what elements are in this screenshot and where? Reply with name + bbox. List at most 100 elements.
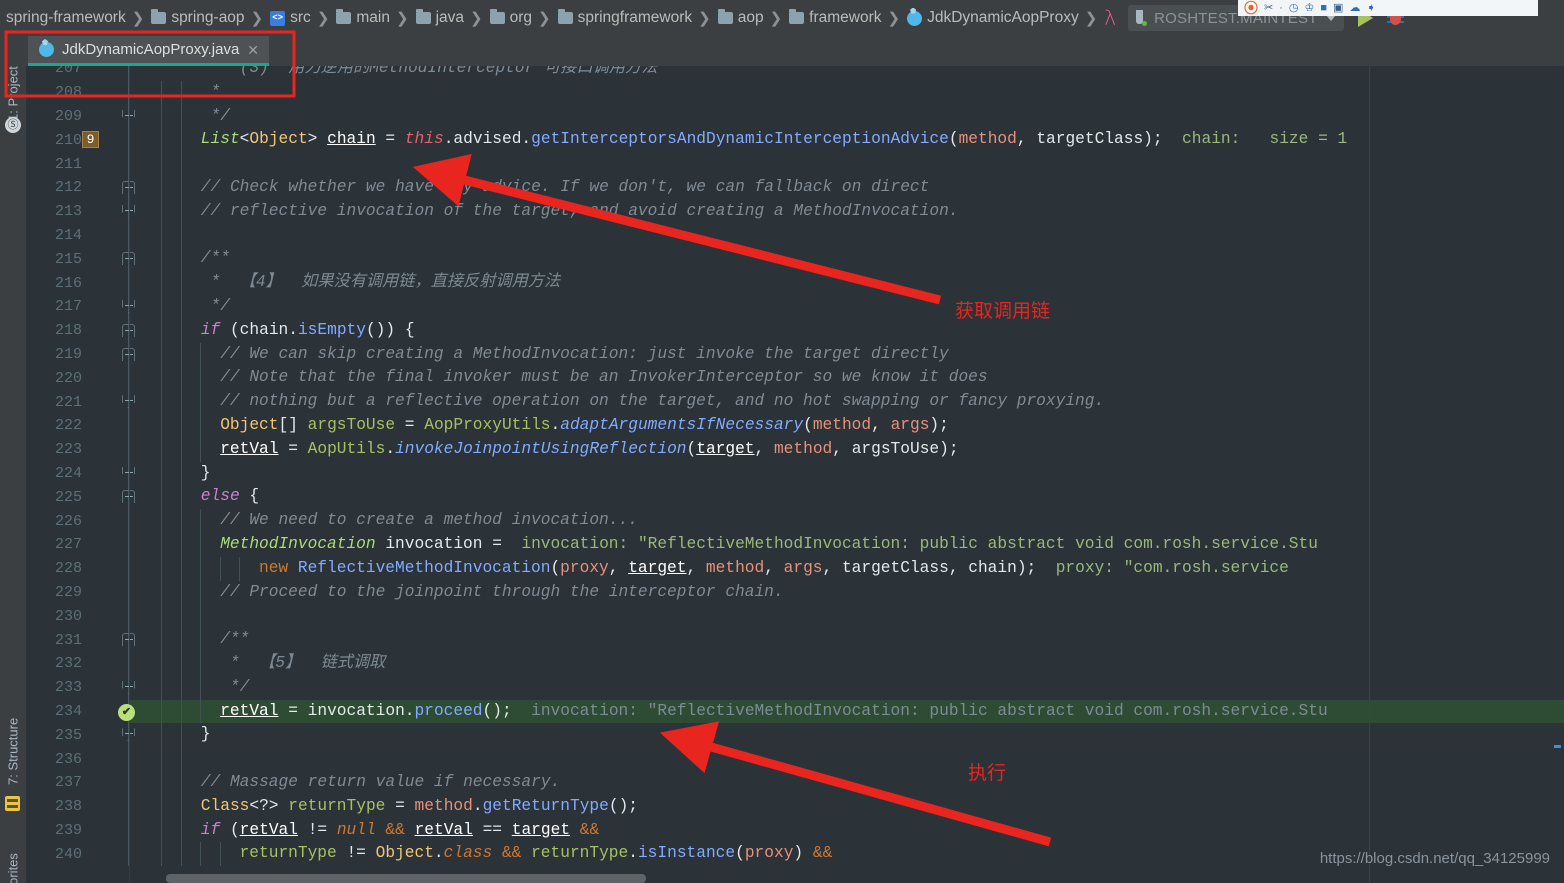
gutter-line[interactable]: 208 bbox=[26, 80, 130, 105]
gutter-line[interactable]: 226 bbox=[26, 509, 130, 533]
gutter-line[interactable]: 214 bbox=[26, 223, 130, 248]
breadcrumb-item-java[interactable]: java bbox=[414, 5, 466, 31]
structure-icon[interactable] bbox=[5, 796, 20, 811]
code-line[interactable] bbox=[130, 152, 1564, 176]
sidebar-item-structure[interactable]: 7: Structure bbox=[0, 676, 26, 788]
sidebar-item-favorites[interactable]: 2: Favorites bbox=[0, 826, 26, 883]
breadcrumb-item-jdkdynamicaopproxy[interactable]: JdkDynamicAopProxy bbox=[905, 5, 1081, 31]
breakpoint-verified-icon[interactable]: ✔ bbox=[118, 703, 135, 721]
editor-tab-jdkdynamicaopproxy[interactable]: JdkDynamicAopProxy.java ✕ bbox=[28, 36, 270, 66]
gutter-line[interactable]: 219 bbox=[26, 342, 135, 367]
card-icon[interactable]: ▣ bbox=[1333, 2, 1343, 14]
breadcrumb-item-aop[interactable]: aop bbox=[716, 5, 766, 31]
gutter-line[interactable]: 215 bbox=[26, 247, 135, 272]
code-line[interactable]: // We need to create a method invocation… bbox=[130, 509, 1564, 533]
code-line[interactable]: * 【4】 如果没有调用链，直接反射调用方法 bbox=[130, 271, 1564, 295]
code-line[interactable]: else { bbox=[130, 485, 1564, 510]
code-line[interactable]: // reflective invocation of the target, … bbox=[130, 199, 1564, 224]
code-line[interactable]: (3) 用力逆用的MethodInterceptor 可接口调用方法 bbox=[130, 66, 1564, 81]
code-line[interactable]: if (retVal != null && retVal == target &… bbox=[130, 818, 1564, 843]
gutter-line[interactable]: 232 bbox=[26, 652, 130, 676]
code-line[interactable]: MethodInvocation invocation = invocation… bbox=[130, 533, 1564, 557]
gutter-line[interactable]: 211 bbox=[26, 152, 130, 176]
person-icon[interactable]: ♔ bbox=[1305, 2, 1315, 14]
gutter-line[interactable]: 230 bbox=[26, 604, 130, 629]
gutter-line[interactable]: 224 bbox=[26, 461, 135, 486]
gutter-line[interactable]: 207 bbox=[26, 66, 130, 81]
gutter-line[interactable]: 209 bbox=[26, 104, 135, 129]
code-line[interactable]: * 【5】 链式调取 bbox=[130, 652, 1564, 676]
cut-icon[interactable]: ✂ bbox=[1264, 2, 1273, 14]
usage-count-badge[interactable]: 9 bbox=[82, 131, 99, 149]
gutter-line[interactable]: 220 bbox=[26, 366, 130, 391]
gutter-line[interactable]: 235 bbox=[26, 723, 135, 748]
code-line[interactable]: // Massage return value if necessary. bbox=[130, 771, 1564, 795]
gutter-line[interactable]: 221 bbox=[26, 390, 135, 414]
code-line[interactable]: /** bbox=[130, 628, 1564, 652]
code-line[interactable]: */ bbox=[130, 675, 1564, 700]
code-line[interactable]: new ReflectiveMethodInvocation(proxy, ta… bbox=[130, 556, 1564, 581]
code-line[interactable]: // Check whether we have any advice. If … bbox=[130, 176, 1564, 200]
code-line[interactable]: // We can skip creating a MethodInvocati… bbox=[130, 342, 1564, 367]
gutter-line[interactable]: 217 bbox=[26, 295, 135, 319]
breadcrumb-item-springframework[interactable]: springframework bbox=[556, 5, 695, 31]
code-line[interactable]: // Note that the final invoker must be a… bbox=[130, 366, 1564, 391]
gutter-line[interactable]: 229 bbox=[26, 580, 130, 605]
breadcrumb-item-lambda-icon[interactable]: λ bbox=[1102, 5, 1118, 31]
inbox-icon[interactable]: ■ bbox=[1320, 2, 1327, 14]
clock-icon[interactable]: ◷ bbox=[1289, 2, 1299, 14]
code-line-current-execution[interactable]: retVal = invocation.proceed(); invocatio… bbox=[130, 699, 1564, 724]
gutter-line[interactable]: 222 bbox=[26, 414, 130, 438]
code-line[interactable]: */ bbox=[130, 295, 1564, 319]
gutter-line[interactable]: 216 bbox=[26, 271, 130, 295]
more-icon[interactable]: · bbox=[1279, 2, 1283, 14]
gutter-line[interactable]: 212 bbox=[26, 176, 135, 200]
breadcrumb-item-framework[interactable]: framework bbox=[787, 5, 883, 31]
gutter-line[interactable]: 227 bbox=[26, 533, 130, 557]
code-line[interactable]: // Proceed to the joinpoint through the … bbox=[130, 580, 1564, 605]
breadcrumb-item-org[interactable]: org bbox=[488, 5, 534, 31]
code-line[interactable] bbox=[130, 604, 1564, 629]
gutter-line[interactable]: 223 bbox=[26, 437, 130, 462]
code-line[interactable]: Class<?> returnType = method.getReturnTy… bbox=[130, 794, 1564, 819]
code-line[interactable]: } bbox=[130, 461, 1564, 486]
horizontal-scrollbar[interactable] bbox=[166, 874, 646, 883]
code-line[interactable]: /** bbox=[130, 247, 1564, 272]
gutter-line[interactable]: 240 bbox=[26, 842, 130, 867]
breadcrumb-item-spring-aop[interactable]: spring-aop bbox=[149, 5, 246, 31]
sidebar-item-project[interactable]: 1: Project bbox=[0, 38, 26, 124]
gutter-line[interactable]: 238 bbox=[26, 794, 130, 819]
code-editor[interactable]: 207 208 209 210 9 211 212 213 214 215 216 217 218 219… bbox=[26, 66, 1564, 883]
gutter-line[interactable]: 225 bbox=[26, 485, 135, 510]
gutter-line[interactable]: 218 bbox=[26, 318, 135, 343]
breadcrumb-item-main[interactable]: main bbox=[334, 5, 392, 31]
gutter-line[interactable]: 233 bbox=[26, 675, 135, 700]
code-line[interactable]: retVal = AopUtils.invokeJoinpointUsingRe… bbox=[130, 437, 1564, 462]
code-line[interactable]: * bbox=[130, 80, 1564, 105]
code-line[interactable]: if (chain.isEmpty()) { bbox=[130, 318, 1564, 343]
editor-gutter[interactable]: 207 208 209 210 9 211 212 213 214 215 216 217 218 219… bbox=[26, 66, 135, 883]
gutter-line[interactable]: 213 bbox=[26, 199, 135, 224]
gutter-line[interactable]: 239 bbox=[26, 818, 130, 843]
cloud-icon[interactable]: ☁ bbox=[1349, 2, 1360, 14]
breadcrumb-item-spring-framework[interactable]: spring-framework bbox=[4, 5, 128, 31]
gutter-line[interactable]: 210 9 bbox=[26, 128, 130, 153]
code-line[interactable]: } bbox=[130, 723, 1564, 748]
code-line[interactable] bbox=[130, 747, 1564, 771]
gutter-line[interactable]: 237 bbox=[26, 771, 130, 795]
code-line[interactable]: */ bbox=[130, 104, 1564, 129]
gutter-line[interactable]: 236 bbox=[26, 747, 130, 771]
chevron-down-icon[interactable]: ➧ bbox=[1366, 2, 1375, 14]
code-content[interactable]: (3) 用力逆用的MethodInterceptor 可接口调用方法 * */ L… bbox=[130, 66, 1564, 883]
code-line[interactable]: List<Object> chain = this.advised.getInt… bbox=[130, 128, 1564, 153]
gutter-line[interactable]: 231 bbox=[26, 628, 135, 652]
gutter-line[interactable]: 234 ✔ bbox=[26, 699, 135, 724]
code-line[interactable]: // nothing but a reflective operation on… bbox=[130, 390, 1564, 414]
scrollbar-marker[interactable] bbox=[1554, 745, 1561, 748]
maven-icon[interactable]: Ⓢ bbox=[5, 117, 21, 133]
close-icon[interactable]: ✕ bbox=[247, 43, 259, 57]
gutter-line[interactable]: 228 bbox=[26, 556, 130, 581]
breadcrumb-item-src[interactable]: <> src bbox=[268, 5, 313, 31]
code-line[interactable]: Object[] argsToUse = AopProxyUtils.adapt… bbox=[130, 414, 1564, 438]
code-line[interactable] bbox=[130, 223, 1564, 248]
